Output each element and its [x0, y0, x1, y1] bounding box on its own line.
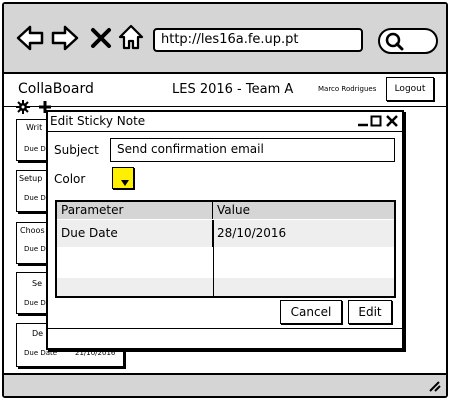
- arrow-right-icon[interactable]: [51, 24, 79, 52]
- card-due-value: 21/10/2016: [75, 349, 116, 357]
- home-icon[interactable]: [117, 23, 145, 51]
- search-bar[interactable]: [378, 28, 438, 54]
- header-divider: [4, 106, 446, 107]
- url-bar[interactable]: http://les16a.fe.up.pt: [153, 28, 363, 52]
- card-title: Se: [32, 279, 42, 288]
- card-due-label: Due D: [24, 245, 46, 253]
- arrow-left-icon[interactable]: [16, 24, 44, 52]
- close-icon[interactable]: [385, 114, 399, 128]
- app-name: CollaBoard: [18, 81, 94, 97]
- edit-button[interactable]: Edit: [348, 300, 392, 324]
- card-due-label: Due D: [24, 145, 46, 153]
- status-bar: [4, 373, 446, 396]
- project-title: LES 2016 - Team A: [172, 82, 294, 97]
- parameter-table: Parameter Value Due Date 28/10/2016: [55, 200, 396, 298]
- dialog-footer: [46, 328, 404, 350]
- subject-label: Subject: [54, 143, 99, 157]
- cancel-button[interactable]: Cancel: [280, 300, 342, 324]
- table-row: [57, 247, 394, 278]
- card-due-label: Due Date: [24, 349, 58, 357]
- logout-button[interactable]: Logout: [386, 77, 434, 101]
- table-cell[interactable]: 28/10/2016: [213, 220, 394, 247]
- x-icon[interactable]: [90, 27, 112, 49]
- dialog-title: Edit Sticky Note: [46, 110, 404, 132]
- color-label: Color: [54, 172, 86, 186]
- card-title: Choos: [20, 226, 45, 235]
- gear-icon[interactable]: [16, 100, 30, 114]
- card-title: Setup: [19, 174, 43, 183]
- color-picker[interactable]: [112, 167, 134, 189]
- chevron-down-icon: [121, 180, 129, 186]
- table-header-value: Value: [213, 202, 394, 219]
- subject-input[interactable]: Send confirmation email: [110, 138, 395, 162]
- search-icon: [385, 32, 404, 51]
- card-due-label: Due D: [24, 299, 46, 307]
- table-row: [57, 278, 394, 296]
- maximize-icon[interactable]: [370, 114, 382, 128]
- card-due-label: Due D: [24, 194, 46, 202]
- column-divider: [213, 220, 214, 296]
- table-header-parameter: Parameter: [57, 202, 213, 219]
- card-title: De: [32, 329, 44, 338]
- table-cell[interactable]: Due Date: [57, 220, 213, 247]
- resize-grip-icon[interactable]: [428, 380, 442, 392]
- card-title: Writ: [26, 123, 43, 132]
- user-name: Marco Rodrigues: [318, 85, 377, 93]
- minimize-icon[interactable]: [357, 114, 369, 128]
